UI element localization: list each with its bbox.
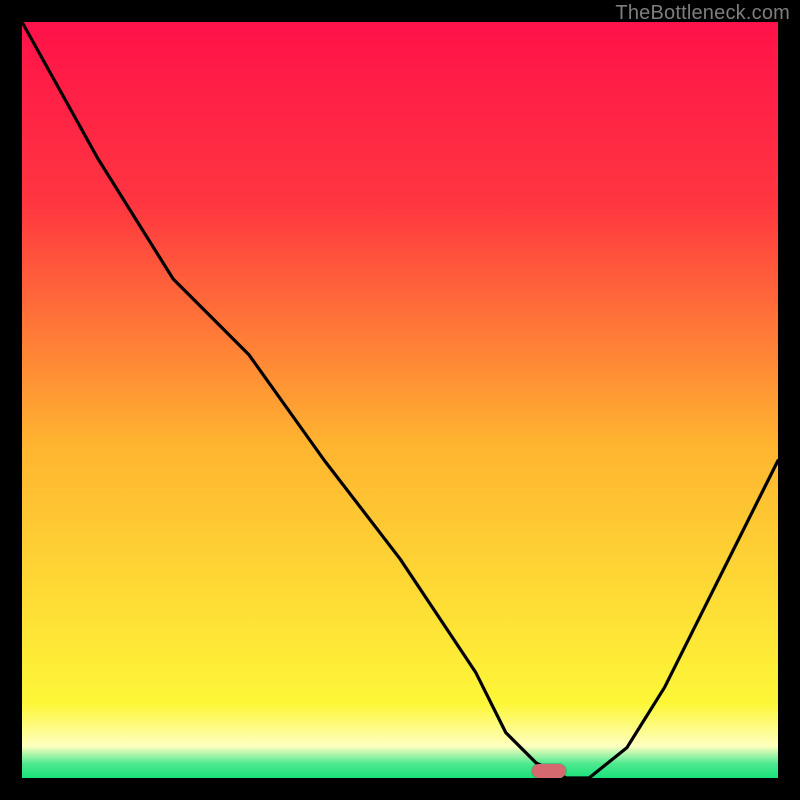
optimal-marker [532, 764, 566, 778]
plot-area [22, 22, 778, 778]
chart-frame: TheBottleneck.com [0, 0, 800, 800]
bottleneck-curve [22, 22, 778, 778]
